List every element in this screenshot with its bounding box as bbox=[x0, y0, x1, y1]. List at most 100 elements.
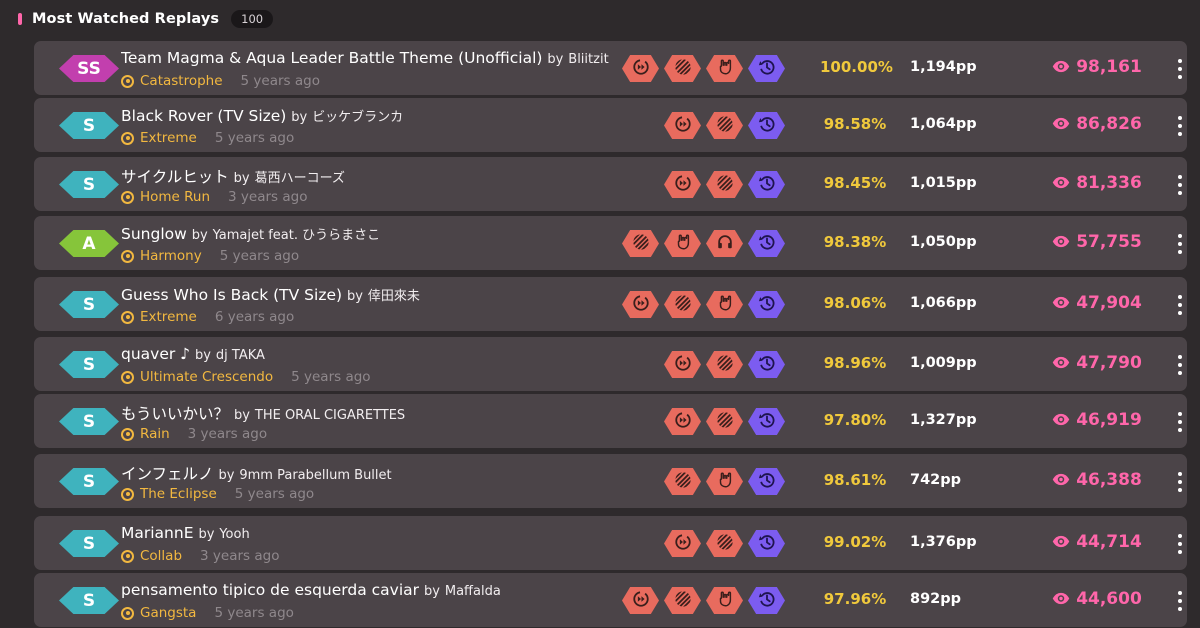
difficulty-name[interactable]: Catastrophe bbox=[140, 73, 223, 89]
more-options-button[interactable] bbox=[1174, 412, 1186, 432]
beatmap-title-line[interactable]: Team Magma & Aqua Leader Battle Theme (U… bbox=[121, 49, 626, 67]
by-label: by bbox=[291, 110, 308, 125]
replay-row[interactable]: S MariannE by Yooh Collab 3 years ago 99.02%… bbox=[34, 516, 1187, 570]
replay-row[interactable]: S サイクルヒット by 葛西ハーコーズ Home Run 3 years ago 98… bbox=[34, 157, 1187, 211]
difficulty-name[interactable]: Collab bbox=[140, 548, 182, 564]
song-artist: 9mm Parabellum Bullet bbox=[239, 468, 392, 483]
song-title[interactable]: サイクルヒット bbox=[121, 168, 229, 186]
menu-dot bbox=[1178, 250, 1182, 254]
menu-dot bbox=[1178, 472, 1182, 476]
accuracy: 97.96% bbox=[823, 590, 887, 608]
mods-list bbox=[622, 230, 785, 257]
difficulty-name[interactable]: Ultimate Crescendo bbox=[140, 369, 273, 385]
eye-icon bbox=[1052, 411, 1076, 430]
performance-points: 1,194pp bbox=[910, 59, 977, 75]
eye-icon bbox=[1052, 58, 1076, 77]
menu-dot bbox=[1178, 303, 1182, 307]
hidden-icon bbox=[716, 115, 734, 137]
beatmap-title-line[interactable]: インフェルノ by 9mm Parabellum Bullet bbox=[121, 462, 626, 484]
eye-icon bbox=[1052, 294, 1076, 313]
more-options-button[interactable] bbox=[1174, 295, 1186, 315]
flashlight-mod bbox=[748, 351, 785, 378]
song-title[interactable]: quaver ♪ bbox=[121, 345, 190, 363]
replay-row[interactable]: S Guess Who Is Back (TV Size) by 倖田來未 Extr… bbox=[34, 277, 1187, 331]
replay-row[interactable]: A Sunglow by Yamajet feat. ひうらまさこ Harmony 5… bbox=[34, 216, 1187, 270]
eye-icon bbox=[1052, 174, 1076, 193]
beatmap-title-line[interactable]: サイクルヒット by 葛西ハーコーズ bbox=[121, 165, 626, 187]
more-options-button[interactable] bbox=[1174, 472, 1186, 492]
sudden-death-icon bbox=[716, 294, 734, 316]
relax-icon bbox=[716, 233, 734, 255]
double-time-icon bbox=[632, 294, 650, 316]
more-options-button[interactable] bbox=[1174, 59, 1186, 79]
more-options-button[interactable] bbox=[1174, 234, 1186, 254]
view-count: 44,600 bbox=[1037, 589, 1157, 609]
song-artist: Yamajet feat. ひうらまさこ bbox=[212, 228, 381, 243]
performance-points: 1,015pp bbox=[910, 175, 977, 191]
beatmap-meta: The Eclipse 5 years ago bbox=[121, 486, 314, 502]
song-title[interactable]: MariannE bbox=[121, 524, 194, 542]
section-header: Most Watched Replays 100 bbox=[18, 8, 274, 30]
song-title[interactable]: Guess Who Is Back (TV Size) bbox=[121, 286, 342, 304]
difficulty-name[interactable]: Rain bbox=[140, 426, 170, 442]
replay-row[interactable]: S インフェルノ by 9mm Parabellum Bullet The Ecli… bbox=[34, 454, 1187, 508]
difficulty-name[interactable]: Extreme bbox=[140, 309, 197, 325]
difficulty-name[interactable]: Harmony bbox=[140, 248, 202, 264]
accuracy: 98.61% bbox=[823, 471, 887, 489]
more-options-button[interactable] bbox=[1174, 355, 1186, 375]
accuracy: 98.58% bbox=[823, 115, 887, 133]
beatmap-title-line[interactable]: Sunglow by Yamajet feat. ひうらまさこ bbox=[121, 224, 626, 243]
sudden-death-mod bbox=[664, 230, 701, 257]
beatmap-title-line[interactable]: Guess Who Is Back (TV Size) by 倖田來未 bbox=[121, 285, 626, 304]
by-label: by bbox=[233, 408, 250, 423]
replay-row[interactable]: S もういいかい？ by THE ORAL CIGARETTES Rain 3 yea… bbox=[34, 394, 1187, 448]
flashlight-icon bbox=[758, 354, 776, 376]
difficulty-name[interactable]: Home Run bbox=[140, 189, 210, 205]
views-count: 44,714 bbox=[1076, 532, 1142, 552]
hidden-mod bbox=[664, 587, 701, 614]
menu-dot bbox=[1178, 59, 1182, 63]
more-options-button[interactable] bbox=[1174, 591, 1186, 611]
flashlight-icon bbox=[758, 233, 776, 255]
mods-list bbox=[664, 171, 785, 198]
more-options-button[interactable] bbox=[1174, 175, 1186, 195]
menu-dot bbox=[1178, 480, 1182, 484]
song-title[interactable]: pensamento tipico de esquerda caviar bbox=[121, 581, 419, 599]
difficulty-name[interactable]: The Eclipse bbox=[140, 486, 217, 502]
double-time-mod bbox=[622, 55, 659, 82]
grade-badge: S bbox=[59, 408, 119, 435]
beatmap-meta: Extreme 5 years ago bbox=[121, 130, 294, 146]
more-options-button[interactable] bbox=[1174, 116, 1186, 136]
song-title[interactable]: Black Rover (TV Size) bbox=[121, 107, 286, 125]
beatmap-meta: Ultimate Crescendo 5 years ago bbox=[121, 369, 371, 385]
difficulty-name[interactable]: Gangsta bbox=[140, 605, 196, 621]
song-title[interactable]: もういいかい？ bbox=[121, 405, 229, 423]
performance-points: 1,064pp bbox=[910, 116, 977, 132]
accuracy: 98.06% bbox=[823, 294, 887, 312]
song-title[interactable]: インフェルノ bbox=[121, 465, 214, 483]
beatmap-title-line[interactable]: もういいかい？ by THE ORAL CIGARETTES bbox=[121, 402, 626, 424]
eye-icon bbox=[1052, 115, 1076, 134]
view-count: 46,388 bbox=[1037, 470, 1157, 490]
time-ago: 3 years ago bbox=[187, 426, 268, 442]
replay-row[interactable]: Spensamento tipico de esquerda caviar by… bbox=[34, 573, 1187, 627]
menu-dot bbox=[1178, 234, 1182, 238]
song-title[interactable]: Team Magma & Aqua Leader Battle Theme (U… bbox=[121, 49, 542, 67]
replay-row[interactable]: Squaver ♪ by dj TAKA Ultimate Crescendo 5 … bbox=[34, 337, 1187, 391]
hidden-mod bbox=[622, 230, 659, 257]
performance-points: 1,327pp bbox=[910, 412, 977, 428]
song-title[interactable]: Sunglow bbox=[121, 225, 187, 243]
time-ago: 5 years ago bbox=[234, 486, 315, 502]
beatmap-title-line[interactable]: MariannE by Yooh bbox=[121, 524, 626, 542]
replay-row[interactable]: S Black Rover (TV Size) by ビッケブランカ Extreme… bbox=[34, 98, 1187, 152]
more-options-button[interactable] bbox=[1174, 534, 1186, 554]
mods-list bbox=[664, 530, 785, 557]
beatmap-title-line[interactable]: Black Rover (TV Size) by ビッケブランカ bbox=[121, 106, 626, 125]
beatmap-title-line[interactable]: pensamento tipico de esquerda caviar by … bbox=[121, 581, 626, 599]
flashlight-icon bbox=[758, 590, 776, 612]
menu-dot bbox=[1178, 183, 1182, 187]
beatmap-title-line[interactable]: quaver ♪ by dj TAKA bbox=[121, 345, 626, 363]
replay-row[interactable]: SS Team Magma & Aqua Leader Battle Theme … bbox=[34, 41, 1187, 95]
difficulty-name[interactable]: Extreme bbox=[140, 130, 197, 146]
difficulty-icon bbox=[121, 74, 134, 88]
